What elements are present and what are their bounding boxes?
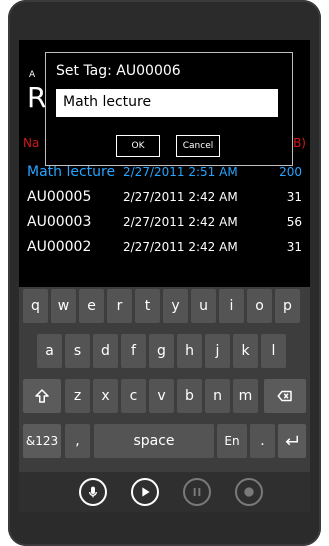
- key-k[interactable]: k: [233, 334, 258, 368]
- key-m[interactable]: m: [233, 379, 258, 413]
- key-w[interactable]: w: [51, 289, 76, 323]
- list-item[interactable]: AU00002 2/27/2011 2:42 AM 31: [19, 235, 310, 260]
- key-d[interactable]: d: [93, 334, 118, 368]
- list-item[interactable]: AU00003 2/27/2011 2:42 AM 56: [19, 210, 310, 235]
- recording-size: 200: [279, 165, 302, 179]
- on-screen-keyboard: q w e r t y u i o p a s d f g h j k l z …: [19, 287, 310, 512]
- microphone-button[interactable]: [79, 478, 107, 506]
- pause-icon: [185, 488, 209, 508]
- recording-name: AU00002: [27, 239, 92, 255]
- phone-frame: A R Na B) Math lecture 2/27/2011 2:51 AM…: [8, 0, 321, 546]
- recording-date: 2/27/2011 2:42 AM: [123, 240, 238, 254]
- record-icon: [237, 487, 261, 508]
- key-u[interactable]: u: [191, 289, 216, 323]
- media-control-bar: [19, 472, 310, 512]
- app-title-small: A: [29, 70, 36, 80]
- list-item[interactable]: AU00005 2/27/2011 2:42 AM 31: [19, 185, 310, 210]
- keyboard-row-1: q w e r t y u i o p: [19, 289, 310, 325]
- key-h[interactable]: h: [177, 334, 202, 368]
- dialog-title: Set Tag: AU00006: [56, 63, 181, 79]
- comma-key[interactable]: ,: [65, 424, 90, 458]
- enter-icon: [283, 435, 301, 454]
- space-key[interactable]: space: [94, 424, 214, 458]
- key-v[interactable]: v: [149, 379, 174, 413]
- shift-key[interactable]: [23, 379, 61, 413]
- key-r[interactable]: r: [107, 289, 132, 323]
- key-y[interactable]: y: [163, 289, 188, 323]
- recording-name: AU00005: [27, 189, 92, 205]
- play-button[interactable]: [131, 478, 159, 506]
- recording-date: 2/27/2011 2:42 AM: [123, 215, 238, 229]
- ok-button[interactable]: OK: [116, 135, 160, 157]
- recording-date: 2/27/2011 2:42 AM: [123, 190, 238, 204]
- enter-key[interactable]: [278, 424, 306, 458]
- key-j[interactable]: j: [205, 334, 230, 368]
- key-e[interactable]: e: [79, 289, 104, 323]
- key-x[interactable]: x: [93, 379, 118, 413]
- key-p[interactable]: p: [275, 289, 300, 323]
- backspace-key[interactable]: [264, 379, 306, 413]
- period-key[interactable]: .: [250, 424, 275, 458]
- key-t[interactable]: t: [135, 289, 160, 323]
- key-s[interactable]: s: [65, 334, 90, 368]
- key-b[interactable]: b: [177, 379, 202, 413]
- key-q[interactable]: q: [23, 289, 48, 323]
- recording-size: 31: [286, 190, 302, 204]
- recording-size: 56: [286, 215, 302, 229]
- keyboard-row-2: a s d f g h j k l: [19, 334, 310, 370]
- key-c[interactable]: c: [121, 379, 146, 413]
- keyboard-row-4: &123 , space En .: [19, 424, 310, 460]
- key-f[interactable]: f: [121, 334, 146, 368]
- page-title: R: [27, 81, 47, 114]
- microphone-icon: [81, 486, 105, 508]
- recording-size: 31: [286, 240, 302, 254]
- screen: A R Na B) Math lecture 2/27/2011 2:51 AM…: [19, 40, 310, 512]
- key-g[interactable]: g: [149, 334, 174, 368]
- tag-input[interactable]: Math lecture: [56, 89, 278, 117]
- key-n[interactable]: n: [205, 379, 230, 413]
- recordings-list: Math lecture 2/27/2011 2:51 AM 200 AU000…: [19, 160, 310, 260]
- pause-button[interactable]: [183, 478, 211, 506]
- language-key[interactable]: En: [217, 424, 247, 458]
- shift-icon: [33, 389, 51, 409]
- header-name: Na: [23, 136, 40, 150]
- play-icon: [133, 487, 157, 508]
- key-z[interactable]: z: [65, 379, 90, 413]
- keyboard-row-3: z x c v b n m: [19, 379, 310, 415]
- recording-name: AU00003: [27, 214, 92, 230]
- header-size: B): [293, 136, 306, 150]
- set-tag-dialog: Set Tag: AU00006 Math lecture OK Cancel: [45, 52, 293, 166]
- cancel-button[interactable]: Cancel: [176, 135, 220, 157]
- recording-date: 2/27/2011 2:51 AM: [123, 165, 238, 179]
- record-button[interactable]: [235, 478, 263, 506]
- key-a[interactable]: a: [37, 334, 62, 368]
- backspace-icon: [276, 390, 294, 409]
- key-i[interactable]: i: [219, 289, 244, 323]
- key-l[interactable]: l: [261, 334, 286, 368]
- key-o[interactable]: o: [247, 289, 272, 323]
- numbers-key[interactable]: &123: [23, 424, 61, 458]
- recording-name: Math lecture: [27, 164, 116, 180]
